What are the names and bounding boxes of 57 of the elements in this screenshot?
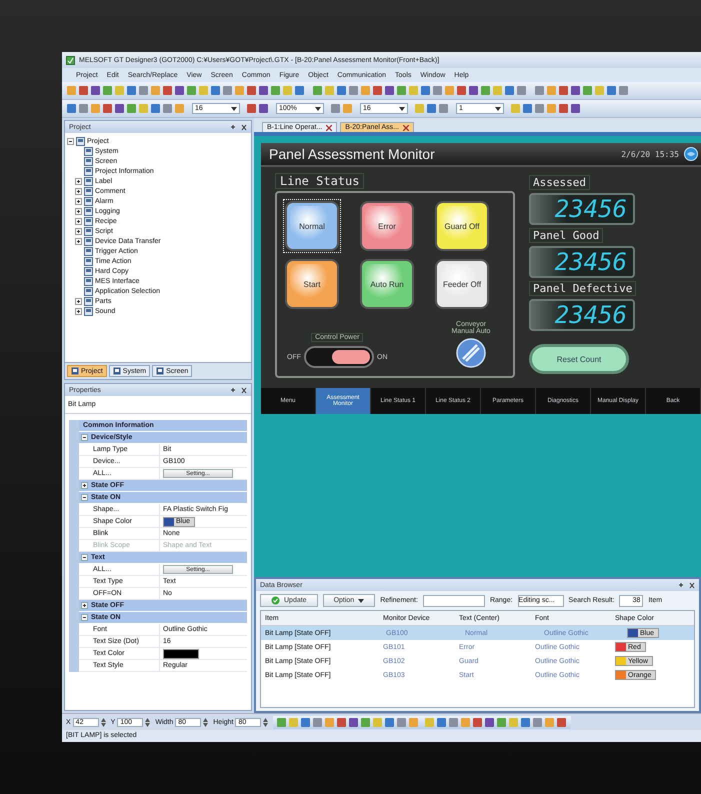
tree-item-icon xyxy=(84,266,93,276)
tree-item-icon xyxy=(84,276,93,286)
close-icon xyxy=(402,124,409,130)
counter-display: 23456 xyxy=(529,193,635,225)
counter-display: 23456 xyxy=(529,246,635,278)
tree-item-icon xyxy=(84,206,93,216)
counter-display: 23456 xyxy=(529,299,635,331)
tree-item-icon xyxy=(84,296,93,306)
tree-item-icon xyxy=(84,156,93,166)
tree-item-icon xyxy=(84,286,93,296)
close-icon xyxy=(326,124,332,130)
app-icon xyxy=(66,56,75,64)
refinement-field[interactable] xyxy=(422,594,485,606)
tree-item-icon xyxy=(84,186,93,196)
dropdown-caret-icon xyxy=(495,106,501,110)
counter-label: Assessed xyxy=(529,175,590,190)
toolbar-icons-drawing xyxy=(510,102,582,115)
selector-switch[interactable] xyxy=(456,338,486,368)
dropdown-caret-icon xyxy=(315,106,321,110)
lamp-button[interactable]: Guard Off xyxy=(437,203,487,249)
lamp-button[interactable]: Normal xyxy=(287,203,337,249)
tree-item-icon xyxy=(84,166,93,176)
lamp-button[interactable]: Error xyxy=(362,203,412,249)
counter-label: Panel Defective xyxy=(529,281,636,296)
tab-icon xyxy=(112,367,121,375)
dropdown-caret-icon xyxy=(358,598,364,602)
tree-item-icon xyxy=(84,306,93,316)
tree-item-icon xyxy=(84,226,93,236)
tree-item-icon xyxy=(84,246,93,256)
tree-item-icon xyxy=(84,216,93,226)
screen-title: Panel Assessment Monitor xyxy=(269,146,435,162)
toolbar-icons-drawing xyxy=(246,102,270,115)
check-icon xyxy=(271,596,280,605)
pin-close-icon xyxy=(231,386,247,394)
clock-display: 2/6/20 15:35 xyxy=(621,150,679,158)
tree-item-icon xyxy=(76,136,85,146)
tree-item-icon xyxy=(84,176,93,186)
tree-item-icon xyxy=(84,256,93,266)
toolbar-icons-drawing xyxy=(330,102,354,115)
tree-item-icon xyxy=(84,146,93,156)
tab-icon xyxy=(71,367,79,375)
globe-icon xyxy=(684,147,698,161)
pin-close-icon xyxy=(231,124,247,130)
toolbar-icons-drawing xyxy=(414,102,450,115)
lamp-button[interactable]: Auto Run xyxy=(362,261,412,307)
counter-label: Panel Good xyxy=(529,228,604,243)
group-title: Line Status xyxy=(275,173,364,189)
tree-item-icon xyxy=(84,236,93,246)
lamp-button[interactable]: Feeder Off xyxy=(437,261,487,307)
lamp-button[interactable]: Start xyxy=(287,261,337,307)
pin-close-icon xyxy=(679,582,695,588)
reset-count-button[interactable]: Reset Count xyxy=(529,344,629,374)
tree-item-icon xyxy=(84,196,93,206)
dropdown-caret-icon xyxy=(231,106,237,110)
tab-icon xyxy=(156,367,164,375)
dropdown-caret-icon xyxy=(399,106,405,110)
toggle-switch[interactable] xyxy=(304,346,374,368)
